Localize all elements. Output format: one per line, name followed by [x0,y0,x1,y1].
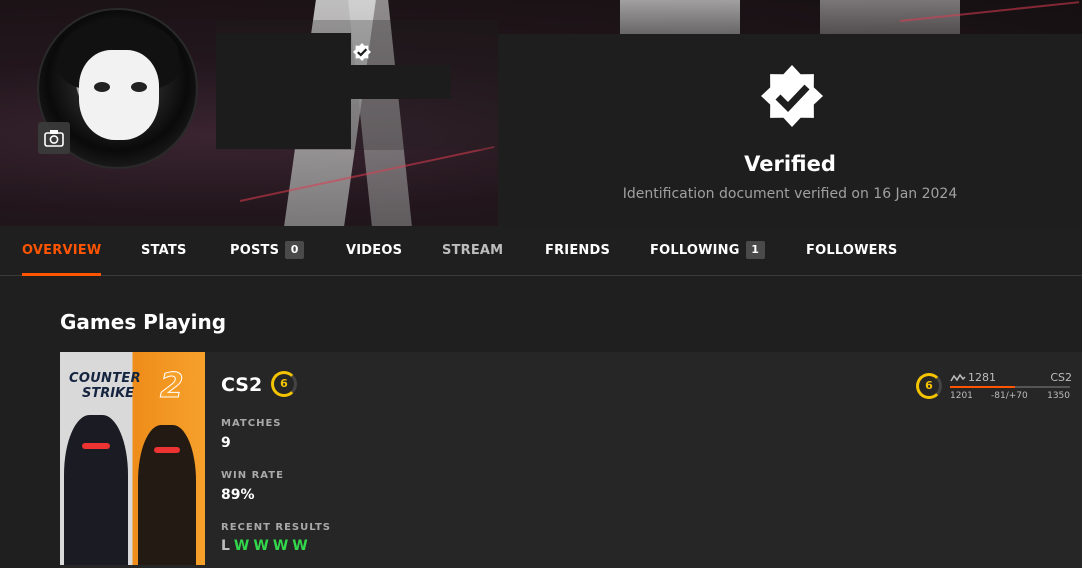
profile-tabs: OVERVIEW STATS POSTS 0 VIDEOS STREAM FRIE… [0,226,1082,276]
tab-label: FOLLOWING [650,243,740,258]
tab-label: STREAM [442,243,504,258]
tab-count-badge: 1 [745,241,765,259]
elo-current: 1281 [968,371,996,384]
verified-subtitle: Identification document verified on 16 J… [622,186,958,202]
tab-label: POSTS [230,243,280,258]
avatar-art [79,50,159,140]
win-rate-value: 89% [221,487,255,503]
verified-title: Verified [744,152,836,176]
matches-value: 9 [221,435,231,451]
elo-progress-fill [950,386,1015,388]
change-avatar-button[interactable] [38,122,70,154]
verified-badge-icon [353,43,371,61]
cover-art [138,425,196,565]
redacted-nickname [216,33,351,149]
game-card[interactable]: COUNTER STRIKE 2 CS2 6 MATCHES 9 WIN RAT… [60,352,1082,568]
skill-level-badge: 6 [271,371,297,397]
tab-followers[interactable]: FOLLOWERS [806,226,897,276]
profile-page: Verified Identification document verifie… [0,0,1082,568]
game-cover-image[interactable]: COUNTER STRIKE 2 [60,352,205,565]
skill-level-badge: 6 [916,373,942,399]
tab-videos[interactable]: VIDEOS [346,226,402,276]
elo-min: 1201 [950,391,973,401]
banner-art [620,0,740,34]
cover-art [82,443,110,449]
result-item: W [253,538,269,554]
tab-label: VIDEOS [346,243,403,258]
tab-friends[interactable]: FRIENDS [545,226,610,276]
tab-label: FRIENDS [545,243,611,258]
elo-delta: -81/+70 [991,391,1028,401]
elo-max: 1350 [1047,391,1070,401]
elo-trend-icon [950,373,966,382]
tab-label: STATS [141,243,187,258]
elo-game-label: CS2 [1050,371,1072,384]
elo-progress-bar [950,386,1070,388]
avatar-art [94,82,110,92]
win-rate-label: WIN RATE [221,470,284,481]
tab-following[interactable]: FOLLOWING 1 [650,226,765,276]
camera-icon [44,130,64,147]
cover-logo-text: COUNTER [69,371,141,386]
verified-seal-icon [761,65,823,127]
matches-label: MATCHES [221,418,282,429]
avatar-art [131,82,147,92]
recent-results: LWWWW [221,538,312,554]
redacted-details [351,65,451,99]
elo-progress-widget[interactable]: 6 1281 CS2 1201 -81/+70 1350 [916,370,1072,406]
tab-label: OVERVIEW [22,243,102,258]
recent-results-label: RECENT RESULTS [221,522,331,533]
section-title: Games Playing [60,310,227,334]
tab-count-badge: 0 [285,241,305,259]
cover-logo-number: 2 [160,366,185,407]
verification-panel: Verified Identification document verifie… [498,34,1082,226]
tab-label: FOLLOWERS [806,243,898,258]
game-name: CS2 [221,374,263,396]
cover-art [64,415,128,565]
cover-logo-text: STRIKE [82,386,135,401]
tab-overview[interactable]: OVERVIEW [22,226,102,276]
tab-stream[interactable]: STREAM [442,226,503,276]
result-item: W [233,538,250,554]
tab-posts[interactable]: POSTS 0 [230,226,305,276]
cover-art [154,447,180,453]
result-item: L [221,538,230,554]
tab-stats[interactable]: STATS [141,226,187,276]
result-item: W [292,538,308,554]
result-item: W [272,538,289,554]
